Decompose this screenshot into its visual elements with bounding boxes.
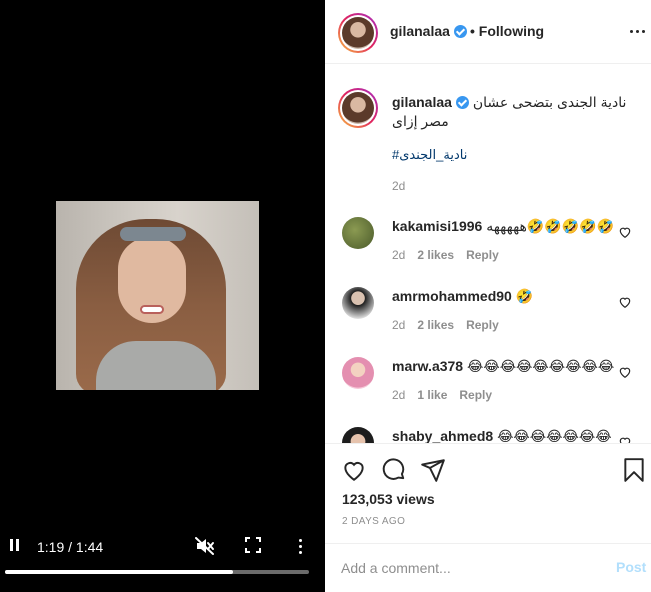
post-date[interactable]: 2 DAYS AGO (342, 516, 405, 527)
comment-likes[interactable]: 2 likes (417, 318, 454, 332)
post-caption: gilanalaa نادية الجندى بتضحى عشان مصر إز… (325, 65, 651, 205)
comment-likes[interactable]: 1 like (417, 388, 447, 402)
share-icon[interactable] (420, 457, 446, 483)
video-controls: 1:19 / 1:44 (0, 530, 325, 562)
comment-avatar[interactable] (342, 217, 374, 249)
comment-meta: 2d 2 likes Reply (392, 318, 511, 332)
comment-meta: 2d 2 likes Reply (392, 248, 511, 262)
comment-body: 🤣 (515, 288, 534, 304)
comment-text: amrmohammed90 🤣 (392, 288, 533, 305)
caption-username[interactable]: gilanalaa (392, 94, 452, 110)
caption-hashtag[interactable]: #نادية_الجندى (392, 147, 467, 163)
post-side-panel: gilanalaa • Following gilanalaa نادية ال… (325, 0, 651, 592)
reply-button[interactable]: Reply (459, 388, 492, 402)
heart-icon[interactable] (341, 457, 367, 483)
post-header: gilanalaa • Following (325, 0, 651, 64)
comments-list[interactable]: gilanalaa نادية الجندى بتضحى عشان مصر إز… (325, 65, 651, 443)
header-avatar[interactable] (338, 13, 378, 53)
comment-text: kakamisi1996 هههههه🤣🤣🤣🤣🤣 (392, 218, 614, 235)
video-frame[interactable] (56, 201, 259, 390)
bookmark-icon[interactable] (621, 457, 647, 483)
pause-icon[interactable] (8, 536, 20, 554)
caption-avatar[interactable] (338, 88, 378, 128)
comment-like-heart-icon[interactable] (618, 225, 632, 239)
comment-username[interactable]: amrmohammed90 (392, 288, 512, 304)
comment-age[interactable]: 2d (392, 318, 405, 332)
comment-item: shaby_ahmed8 😂😂😂😂😂😂😂 (325, 425, 651, 443)
comment-avatar[interactable] (342, 287, 374, 319)
comment-body: هههههه🤣🤣🤣🤣🤣 (486, 218, 615, 234)
video-time: 1:19 / 1:44 (37, 539, 104, 555)
comment-meta: 2d 1 like Reply (392, 388, 504, 402)
video-player[interactable]: 1:19 / 1:44 (0, 0, 325, 592)
comment-item: amrmohammed90 🤣 2d 2 likes Reply (325, 285, 651, 355)
comment-body: 😂😂😂😂😂😂😂 (497, 428, 612, 443)
more-vertical-icon[interactable] (292, 536, 308, 556)
comment-username[interactable]: shaby_ahmed8 (392, 428, 493, 443)
comment-body: 😂😂😂😂😂😂😂😂😂 (466, 358, 615, 374)
video-subject-shirt (96, 341, 216, 390)
following-button[interactable]: • Following (470, 23, 544, 39)
header-user: gilanalaa (390, 23, 467, 39)
comment-username[interactable]: kakamisi1996 (392, 218, 482, 234)
post-actions: 123,053 views 2 DAYS AGO (325, 443, 651, 543)
comment-age[interactable]: 2d (392, 388, 405, 402)
comment-input[interactable] (341, 556, 601, 580)
more-options-icon[interactable] (628, 30, 646, 33)
comment-like-heart-icon[interactable] (618, 365, 632, 379)
caption-age[interactable]: 2d (392, 179, 405, 193)
comment-username[interactable]: marw.a378 (392, 358, 463, 374)
fullscreen-icon[interactable] (244, 536, 262, 554)
video-subject-headband (120, 227, 186, 241)
header-username[interactable]: gilanalaa (390, 23, 450, 39)
comment-text: marw.a378 😂😂😂😂😂😂😂😂😂 (392, 358, 614, 375)
add-comment-bar: Post (325, 543, 651, 592)
comment-like-heart-icon[interactable] (618, 295, 632, 309)
reply-button[interactable]: Reply (466, 318, 499, 332)
verified-badge-icon (455, 96, 469, 109)
comment-age[interactable]: 2d (392, 248, 405, 262)
comment-avatar[interactable] (342, 427, 374, 443)
comment-like-heart-icon[interactable] (618, 435, 632, 443)
views-count[interactable]: 123,053 views (342, 491, 435, 507)
verified-badge-icon (453, 25, 467, 38)
video-subject-mouth (140, 305, 164, 314)
comment-item: marw.a378 😂😂😂😂😂😂😂😂😂 2d 1 like Reply (325, 355, 651, 425)
comment-item: kakamisi1996 هههههه🤣🤣🤣🤣🤣 2d 2 likes Reply (325, 215, 651, 285)
video-progress-bar[interactable] (5, 570, 309, 574)
post-button[interactable]: Post (616, 559, 646, 575)
comment-avatar[interactable] (342, 357, 374, 389)
video-progress-fill (5, 570, 233, 574)
reply-button[interactable]: Reply (466, 248, 499, 262)
muted-speaker-icon[interactable] (194, 536, 216, 556)
comment-text: shaby_ahmed8 😂😂😂😂😂😂😂 (392, 428, 612, 443)
comment-likes[interactable]: 2 likes (417, 248, 454, 262)
comment-icon[interactable] (381, 457, 407, 483)
caption-text-block: gilanalaa نادية الجندى بتضحى عشان مصر إز… (392, 93, 628, 131)
